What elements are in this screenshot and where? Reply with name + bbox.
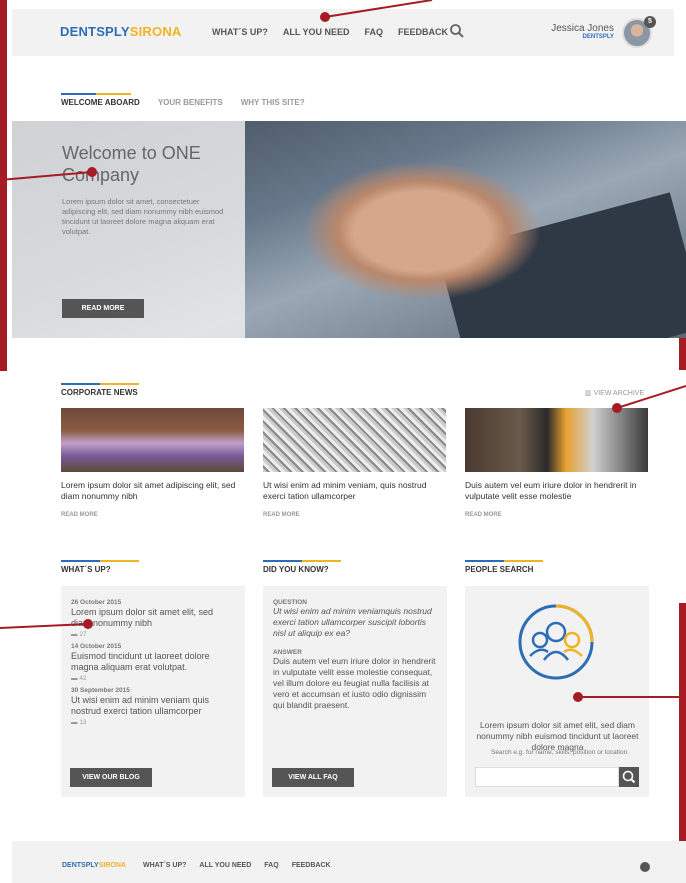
people-search-input[interactable] [475, 767, 619, 787]
question-text: Ut wisi enim ad minim veniamquis nostrud… [273, 606, 432, 638]
news-text-3[interactable]: Duis autem vel eum iriure dolor in hendr… [465, 480, 650, 502]
back-to-top-icon[interactable] [640, 862, 650, 872]
main-nav: WHAT´S UP? ALL YOU NEED FAQ FEEDBACK [212, 27, 463, 37]
header: DENTSPLYSIRONA WHAT´S UP? ALL YOU NEED F… [12, 9, 674, 56]
tab-your-benefits[interactable]: YOUR BENEFITS [158, 93, 223, 107]
notification-badge[interactable]: 5 [644, 16, 656, 28]
user-info[interactable]: Jessica Jones DENTSPLY [551, 23, 614, 40]
did-you-know-heading: DID YOU KNOW? [263, 560, 341, 574]
comment-count: ▬ 27 [71, 631, 235, 638]
view-archive-label: VIEW ARCHIVE [593, 390, 645, 397]
hero-title: Welcome to ONE Company [62, 143, 201, 185]
news-text-1[interactable]: Lorem ipsum dolor sit amet adipiscing el… [61, 480, 246, 502]
footer-nav-all-you-need[interactable]: ALL YOU NEED [199, 862, 251, 869]
logo-part1: DENTSPLY [60, 24, 130, 39]
hero-image-handshake [302, 161, 542, 301]
tabs: WELCOME ABOARD YOUR BENEFITS WHY THIS SI… [61, 93, 323, 107]
search-icon [622, 770, 636, 784]
footer-logo-part2: SIRONA [98, 862, 126, 869]
user-name: Jessica Jones [551, 23, 614, 34]
nav-feedback[interactable]: FEEDBACK [398, 27, 448, 37]
whats-up-box: 26 October 2015 Lorem ipsum dolor sit am… [61, 586, 245, 797]
footer-nav-feedback[interactable]: FEEDBACK [292, 862, 331, 869]
footer-nav-faq[interactable]: FAQ [264, 862, 278, 869]
question-label: QUESTION [273, 599, 307, 606]
view-archive-link[interactable]: ▥ VIEW ARCHIVE [585, 389, 644, 397]
news-text-2[interactable]: Ut wisi enim ad minim veniam, quis nostr… [263, 480, 448, 502]
people-search-hint: Search e.g. for name, skills, position o… [490, 749, 629, 756]
footer-nav-whats-up[interactable]: WHAT´S UP? [143, 862, 186, 869]
news-read-more-1[interactable]: READ MORE [61, 512, 98, 518]
news-image-3[interactable] [465, 408, 648, 472]
comment-count: ▬ 13 [71, 719, 235, 726]
footer-logo[interactable]: DENTSPLYSIRONA [62, 862, 126, 869]
user-company: DENTSPLY [582, 34, 614, 40]
whats-up-heading: WHAT´S UP? [61, 560, 139, 574]
tab-welcome-aboard[interactable]: WELCOME ABOARD [61, 93, 140, 107]
archive-icon: ▥ [585, 390, 594, 397]
search-icon[interactable] [449, 23, 465, 39]
comment-count-value: 13 [79, 719, 87, 726]
blog-item-text: Euismod tincidunt ut laoreet dolore magn… [71, 651, 210, 672]
did-you-know-box: QUESTION Ut wisi enim ad minim veniamqui… [263, 586, 447, 797]
blog-item-date: 26 October 2015 [71, 599, 122, 606]
blog-item-date: 30 September 2015 [71, 687, 130, 694]
logo[interactable]: DENTSPLYSIRONA [60, 24, 182, 39]
comment-count-value: 42 [79, 675, 87, 682]
blog-item[interactable]: 26 October 2015 Lorem ipsum dolor sit am… [71, 599, 235, 638]
blog-item[interactable]: 14 October 2015 Euismod tincidunt ut lao… [71, 643, 235, 682]
nav-faq[interactable]: FAQ [365, 27, 384, 37]
people-search-button[interactable] [619, 767, 639, 787]
blog-item-date: 14 October 2015 [71, 643, 122, 650]
people-group-icon [518, 604, 594, 680]
logo-part2: SIRONA [129, 24, 182, 39]
answer-text: Duis autem vel eum iriure dolor in hendr… [273, 656, 436, 710]
people-search-heading: PEOPLE SEARCH [465, 560, 544, 574]
news-read-more-3[interactable]: READ MORE [465, 512, 502, 518]
footer-nav: WHAT´S UP? ALL YOU NEED FAQ FEEDBACK [143, 862, 344, 869]
blog-item-text: Lorem ipsum dolor sit amet elit, sed dia… [71, 607, 214, 628]
hero-text: Lorem ipsum dolor sit amet, consectetuer… [62, 197, 224, 236]
view-all-faq-button[interactable]: VIEW ALL FAQ [272, 768, 354, 787]
annotation-bar-left-top [0, 0, 7, 371]
answer-label: ANSWER [273, 649, 302, 656]
nav-whats-up[interactable]: WHAT´S UP? [212, 27, 268, 37]
news-image-1[interactable] [61, 408, 244, 472]
comment-count: ▬ 42 [71, 675, 235, 682]
nav-all-you-need[interactable]: ALL YOU NEED [283, 27, 350, 37]
news-image-2[interactable] [263, 408, 446, 472]
view-our-blog-button[interactable]: VIEW OUR BLOG [70, 768, 152, 787]
read-more-button[interactable]: READ MORE [62, 299, 144, 318]
corporate-news-heading: CORPORATE NEWS [61, 383, 139, 397]
footer: DENTSPLYSIRONA WHAT´S UP? ALL YOU NEED F… [12, 841, 686, 883]
footer-logo-part1: DENTSPLY [62, 862, 99, 869]
news-read-more-2[interactable]: READ MORE [263, 512, 300, 518]
tab-why-this-site[interactable]: WHY THIS SITE? [241, 93, 305, 107]
comment-count-value: 27 [79, 631, 87, 638]
blog-item-text: Ut wisi enim ad minim veniam quis nostru… [71, 695, 210, 716]
people-search-box: Lorem ipsum dolor sit amet elit, sed dia… [465, 586, 649, 797]
hero-banner: Welcome to ONE Company Lorem ipsum dolor… [12, 121, 686, 338]
annotation-bar-right-bottom [679, 603, 686, 842]
blog-item[interactable]: 30 September 2015 Ut wisi enim ad minim … [71, 687, 235, 726]
